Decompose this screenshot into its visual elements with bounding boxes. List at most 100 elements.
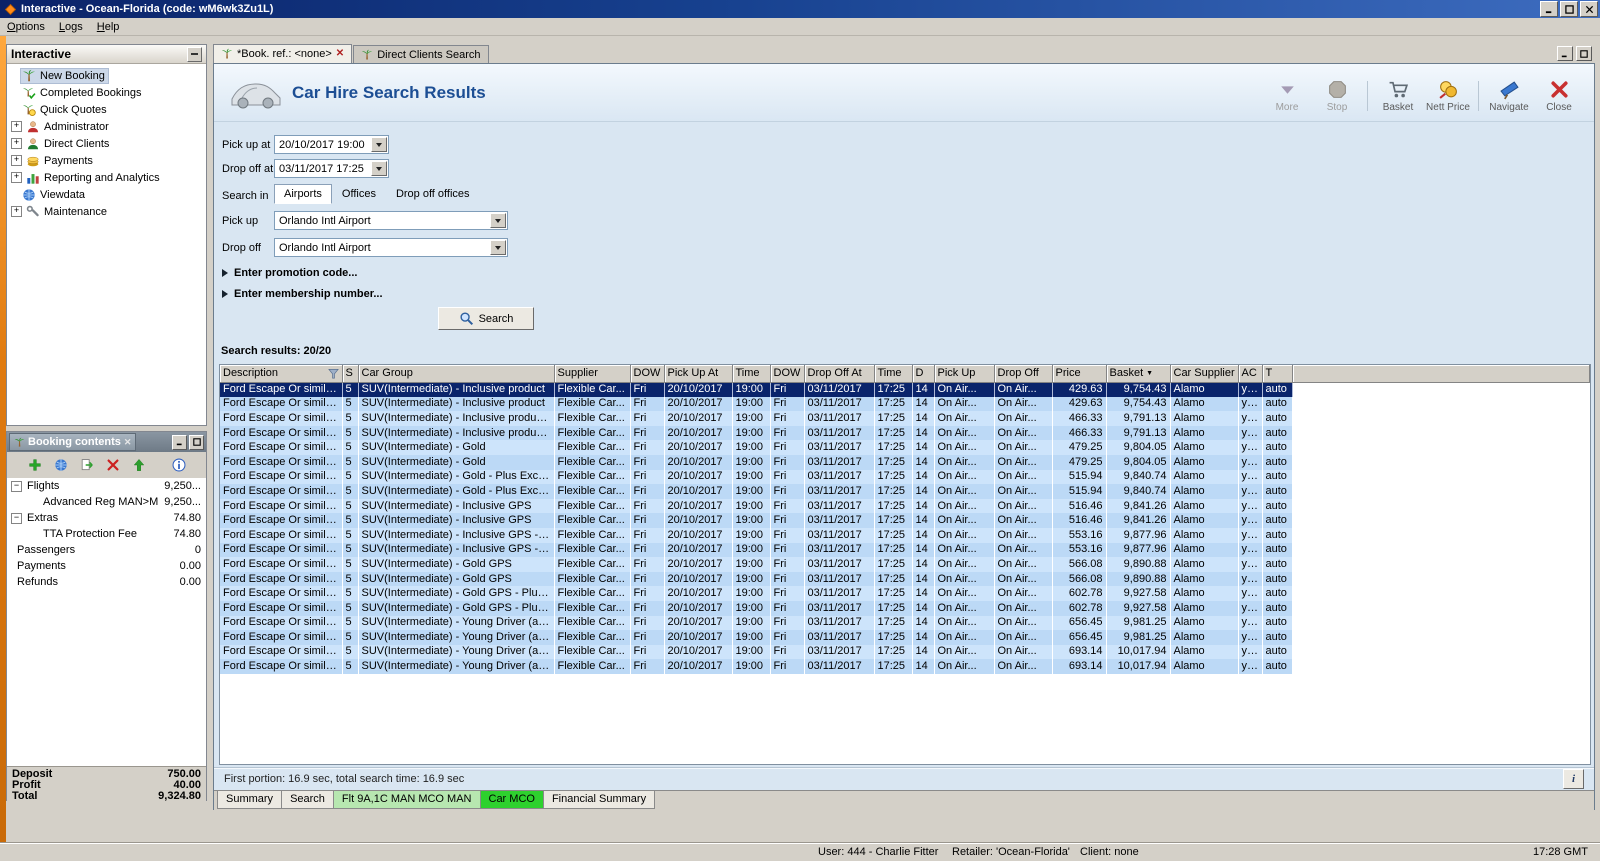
window-maximize-button[interactable] bbox=[1560, 1, 1578, 17]
expand-icon[interactable]: + bbox=[11, 172, 22, 183]
result-row[interactable]: Ford Escape Or simila... 5 SUV(Intermediat… bbox=[220, 542, 1590, 558]
column-header-car-group-2[interactable]: Car Group bbox=[358, 365, 555, 383]
result-row[interactable]: Ford Escape Or simila... 5 SUV(Intermediat… bbox=[220, 454, 1590, 470]
search-in-tab-drop-off-offices[interactable]: Drop off offices bbox=[386, 184, 480, 204]
result-row[interactable]: Ford Escape Or simila... 5 SUV(Intermediat… bbox=[220, 411, 1590, 426]
pickup-at-dropdown-button[interactable] bbox=[371, 137, 387, 152]
booking-row-refunds[interactable]: Refunds 0.00 bbox=[7, 574, 206, 590]
window-close-button[interactable] bbox=[1580, 1, 1598, 17]
result-row[interactable]: Ford Escape Or simila... 5 SUV(Intermediat… bbox=[220, 513, 1590, 528]
promotion-code-expander[interactable]: Enter promotion code... bbox=[222, 267, 357, 279]
result-row[interactable]: Ford Escape Or simila... 5 SUV(Intermediat… bbox=[220, 425, 1590, 441]
pickup-at-input[interactable]: 20/10/2017 19:00 bbox=[274, 135, 389, 154]
collapse-icon[interactable]: − bbox=[11, 512, 22, 524]
doc-tab-book-ref-none[interactable]: *Book. ref.: <none> ✕ bbox=[213, 44, 353, 63]
info-button[interactable] bbox=[170, 457, 187, 474]
section-tab-summary[interactable]: Summary bbox=[217, 791, 283, 809]
booking-minimize-button[interactable] bbox=[172, 434, 187, 450]
section-tab-search[interactable]: Search bbox=[281, 791, 334, 809]
result-row[interactable]: Ford Escape Or simila... 5 SUV(Intermediat… bbox=[220, 396, 1590, 412]
column-header-pick-up-11[interactable]: Pick Up bbox=[934, 365, 995, 383]
section-tab-car-mco[interactable]: Car MCO bbox=[479, 791, 544, 809]
column-header-supplier-3[interactable]: Supplier bbox=[554, 365, 631, 383]
column-header-description-0[interactable]: Description bbox=[220, 365, 343, 383]
result-row[interactable]: Ford Escape Or simila... 5 SUV(Intermediat… bbox=[220, 615, 1590, 631]
delete-button[interactable] bbox=[104, 457, 121, 474]
column-header-d-10[interactable]: D bbox=[912, 365, 935, 383]
booking-restore-button[interactable] bbox=[189, 434, 204, 450]
globe-button[interactable] bbox=[52, 457, 69, 474]
pickup-location-select[interactable]: Orlando Intl Airport bbox=[274, 211, 508, 230]
expand-icon[interactable]: + bbox=[11, 121, 22, 132]
booking-row-payments[interactable]: Payments 0.00 bbox=[7, 558, 206, 574]
sidebar-item-new-booking[interactable]: New Booking bbox=[7, 67, 206, 84]
column-header-basket-14[interactable]: Basket ▼ bbox=[1106, 365, 1171, 383]
tabstrip-minimize-button[interactable] bbox=[1557, 46, 1573, 61]
column-header-t-17[interactable]: T bbox=[1262, 365, 1293, 383]
result-row[interactable]: Ford Escape Or simila... 5 SUV(Intermediat… bbox=[220, 600, 1590, 616]
search-in-tab-offices[interactable]: Offices bbox=[332, 184, 386, 204]
window-minimize-button[interactable] bbox=[1540, 1, 1558, 17]
expand-icon[interactable]: + bbox=[11, 138, 22, 149]
result-row[interactable]: Ford Escape Or simila... 5 SUV(Intermediat… bbox=[220, 557, 1590, 572]
section-tab-flt-9a-1c-man-mco-man[interactable]: Flt 9A,1C MAN MCO MAN bbox=[332, 791, 481, 809]
column-header-time-6[interactable]: Time bbox=[732, 365, 771, 383]
sidebar-item-payments[interactable]: + Payments bbox=[7, 152, 206, 169]
booking-contents-tab[interactable]: Booking contents ✕ bbox=[9, 433, 137, 451]
sidebar-item-direct-clients[interactable]: + Direct Clients bbox=[7, 135, 206, 152]
sidebar-collapse-button[interactable] bbox=[187, 46, 202, 62]
search-button[interactable]: Search bbox=[438, 307, 534, 330]
result-row[interactable]: Ford Escape Or simila... 5 SUV(Intermediat… bbox=[220, 571, 1590, 587]
column-header-dow-7[interactable]: DOW bbox=[770, 365, 805, 383]
add-button[interactable] bbox=[26, 457, 43, 474]
search-in-tab-airports[interactable]: Airports bbox=[274, 184, 332, 204]
pickup-location-dropdown-button[interactable] bbox=[490, 213, 506, 228]
collapse-icon[interactable]: − bbox=[11, 480, 22, 492]
booking-row-flights[interactable]: − Flights 9,250... bbox=[7, 478, 206, 494]
menu-logs[interactable]: Logs bbox=[52, 19, 90, 35]
result-row[interactable]: Ford Escape Or simila... 5 SUV(Intermediat… bbox=[220, 484, 1590, 499]
column-header-dow-4[interactable]: DOW bbox=[630, 365, 665, 383]
dropoff-at-input[interactable]: 03/11/2017 17:25 bbox=[274, 159, 389, 178]
sidebar-item-maintenance[interactable]: + Maintenance bbox=[7, 203, 206, 220]
result-row[interactable]: Ford Escape Or simila... 5 SUV(Intermediat… bbox=[220, 659, 1590, 674]
booking-row-extras[interactable]: − Extras 74.80 bbox=[7, 510, 206, 526]
dropoff-location-dropdown-button[interactable] bbox=[490, 240, 506, 255]
booking-row-tta-protection-fee[interactable]: TTA Protection Fee 74.80 bbox=[7, 526, 206, 542]
column-header-ac-16[interactable]: AC bbox=[1238, 365, 1263, 383]
close-button[interactable]: Close bbox=[1534, 79, 1584, 113]
sidebar-item-viewdata[interactable]: Viewdata bbox=[7, 186, 206, 203]
booking-row-advanced-reg-man-m[interactable]: Advanced Reg MAN>M 9,250... bbox=[7, 494, 206, 510]
result-row[interactable]: Ford Escape Or simila... 5 SUV(Intermediat… bbox=[220, 469, 1590, 485]
result-row[interactable]: Ford Escape Or simila... 5 SUV(Intermediat… bbox=[220, 440, 1590, 455]
column-header-price-13[interactable]: Price bbox=[1052, 365, 1107, 383]
result-row[interactable]: Ford Escape Or simila... 5 SUV(Intermediat… bbox=[220, 644, 1590, 660]
expand-icon[interactable]: + bbox=[11, 206, 22, 217]
basket-button[interactable]: Basket bbox=[1373, 79, 1423, 113]
close-icon[interactable]: ✕ bbox=[336, 49, 344, 59]
sidebar-item-quick-quotes[interactable]: Quick Quotes bbox=[7, 101, 206, 118]
expand-icon[interactable]: + bbox=[11, 155, 22, 166]
result-row[interactable]: Ford Escape Or simila... 5 SUV(Intermediat… bbox=[220, 630, 1590, 645]
column-header-pick-up-at-5[interactable]: Pick Up At bbox=[664, 365, 733, 383]
up-button[interactable] bbox=[130, 457, 147, 474]
dropoff-location-select[interactable]: Orlando Intl Airport bbox=[274, 238, 508, 257]
result-row[interactable]: Ford Escape Or simila... 5 SUV(Intermediat… bbox=[220, 382, 1590, 397]
menu-options[interactable]: Options bbox=[0, 19, 52, 35]
sidebar-item-reporting-and-analytics[interactable]: + Reporting and Analytics bbox=[7, 169, 206, 186]
column-header-drop-off-12[interactable]: Drop Off bbox=[994, 365, 1053, 383]
sidebar-item-completed-bookings[interactable]: Completed Bookings bbox=[7, 84, 206, 101]
menu-help[interactable]: Help bbox=[90, 19, 127, 35]
column-header-time-9[interactable]: Time bbox=[874, 365, 913, 383]
result-row[interactable]: Ford Escape Or simila... 5 SUV(Intermediat… bbox=[220, 498, 1590, 514]
tabstrip-restore-button[interactable] bbox=[1576, 46, 1592, 61]
doc-tab-direct-clients-search[interactable]: Direct Clients Search bbox=[353, 45, 489, 63]
dropoff-at-dropdown-button[interactable] bbox=[371, 161, 387, 176]
info-button[interactable]: i bbox=[1563, 769, 1584, 789]
navigate-button[interactable]: Navigate bbox=[1484, 79, 1534, 113]
column-header-s-1[interactable]: S bbox=[342, 365, 359, 383]
nett-price-button[interactable]: Nett Price bbox=[1423, 79, 1473, 113]
export-button[interactable] bbox=[78, 457, 95, 474]
booking-row-passengers[interactable]: Passengers 0 bbox=[7, 542, 206, 558]
column-header-drop-off-at-8[interactable]: Drop Off At bbox=[804, 365, 875, 383]
